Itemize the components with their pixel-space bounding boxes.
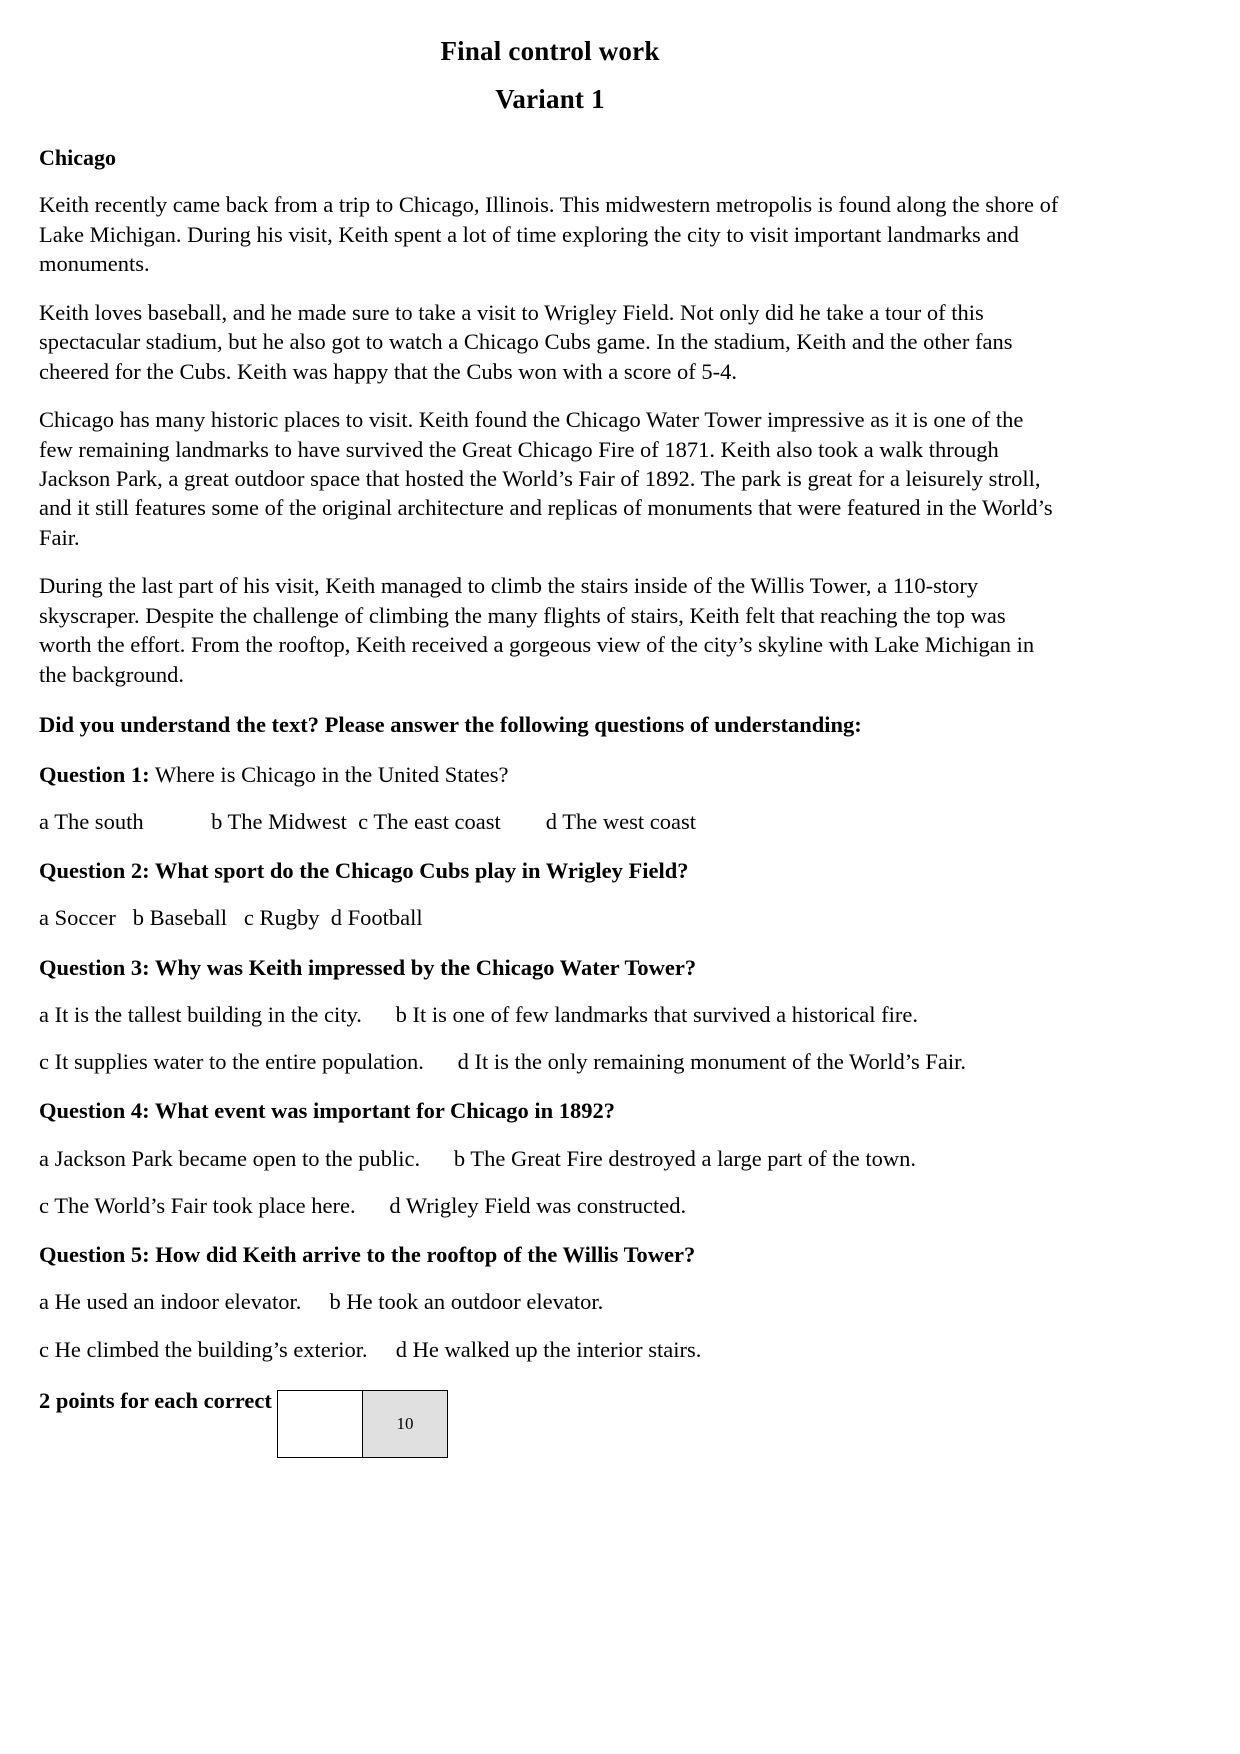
score-answer-cell[interactable] [277,1389,363,1458]
question-4: Question 4: What event was important for… [39,1076,1061,1125]
question-5-options-row-1[interactable]: a He used an indoor elevator. b He took … [39,1269,1061,1316]
article-paragraph-3: Chicago has many historic places to visi… [39,407,1053,550]
question-1-text: Where is Chicago in the United States? [149,761,509,787]
question-2-text: What sport do the Chicago Cubs play in W… [149,858,689,883]
question-1-options-row-1[interactable]: a The south b The Midwest c The east coa… [39,789,1061,836]
question-3-options-row-2[interactable]: c It supplies water to the entire popula… [39,1029,1061,1076]
score-area: 2 points for each correct answer 10 [39,1364,1061,1482]
question-2-label: Question 2: [39,858,150,883]
question-4-options-row-2[interactable]: c The World’s Fair took place here. d Wr… [39,1173,1061,1220]
question-5: Question 5: How did Keith arrive to the … [39,1220,1061,1269]
document-page: Final control work Variant 1 Chicago Kei… [0,0,1240,1754]
question-4-label: Question 4: [39,1098,150,1124]
question-3-text: Why was Keith impressed by the Chicago W… [149,954,697,980]
question-5-text: How did Keith arrive to the rooftop of t… [149,1242,696,1267]
table-row: 10 [277,1389,448,1458]
question-1-label: Question 1: [39,761,150,787]
article-paragraph-2: Keith loves baseball, and he made sure t… [39,299,1013,384]
question-4-text: What event was important for Chicago in … [149,1098,616,1124]
score-total-cell: 10 [362,1389,448,1458]
score-table: 10 [277,1389,448,1458]
question-2-options-row-1[interactable]: a Soccer b Baseball c Rugby d Football [39,885,1061,932]
page-subtitle: Variant 1 [495,83,605,114]
question-5-options-row-2[interactable]: c He climbed the building’s exterior. d … [39,1317,1061,1364]
question-4-options-row-1[interactable]: a Jackson Park became open to the public… [39,1126,1061,1173]
question-5-label: Question 5: [39,1242,150,1267]
article-paragraph-4: During the last part of his visit, Keith… [39,573,1035,687]
question-2: Question 2: What sport do the Chicago Cu… [39,836,1061,885]
article-heading: Chicago [39,144,116,170]
question-3-options-row-1[interactable]: a It is the tallest building in the city… [39,982,1061,1029]
question-3-label: Question 3: [39,954,150,980]
page-title: Final control work [440,36,660,66]
article-paragraph-1: Keith recently came back from a trip to … [39,192,1059,277]
question-3: Question 3: Why was Keith impressed by t… [39,933,1061,982]
document-content: Final control work Variant 1 Chicago Kei… [39,0,1061,1482]
instruction-line: Did you understand the text? Please answ… [39,712,862,738]
question-1: Question 1: Where is Chicago in the Unit… [39,740,1061,789]
